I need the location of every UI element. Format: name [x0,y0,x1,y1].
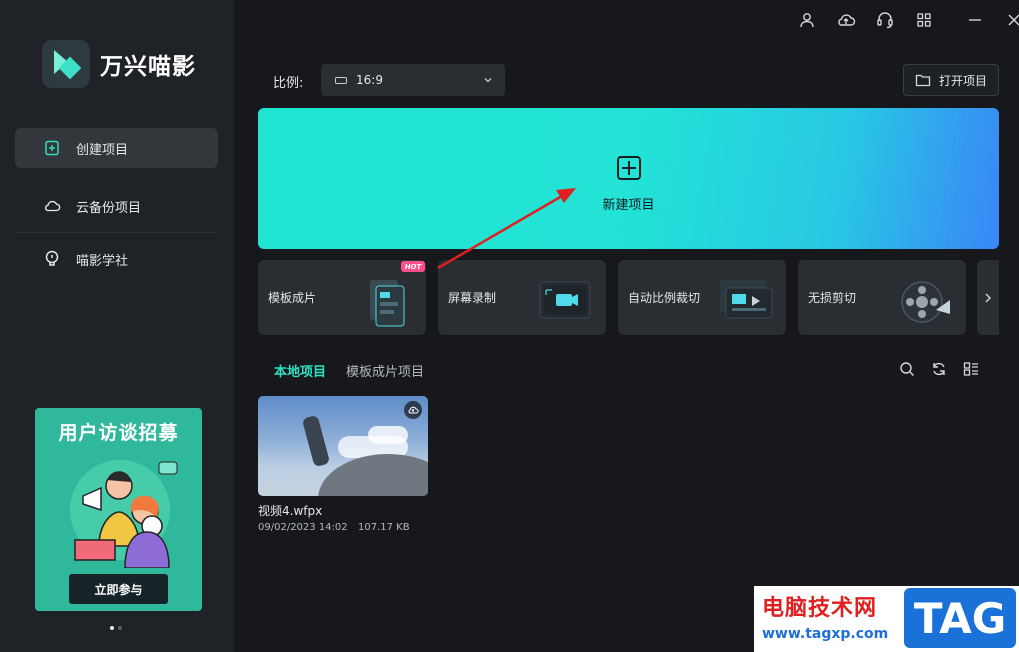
sidebar-item-create-project[interactable]: 创建项目 [15,128,218,168]
sidebar-item-label: 创建项目 [76,142,129,158]
watermark-title: 电脑技术网 [762,596,878,621]
folder-icon [915,74,931,87]
feature-card-screen-record[interactable]: 屏幕录制 [438,260,606,335]
carousel-dots[interactable] [110,626,122,630]
sidebar-divider [15,232,218,233]
minimize-icon[interactable] [964,10,986,30]
tab-local-projects[interactable]: 本地项目 [274,361,326,380]
feature-label: 模板成片 [268,291,317,305]
ratio-dropdown[interactable]: 16:9 [321,64,505,96]
user-icon[interactable] [796,10,818,30]
close-icon[interactable] [1003,10,1019,30]
feature-label: 屏幕录制 [448,291,497,305]
features-scroll-right[interactable] [977,260,999,335]
tab-template-projects[interactable]: 模板成片项目 [346,361,424,380]
aspect-ratio-icon [335,76,347,84]
logo-icon [42,40,90,88]
app-logo: 万兴喵影 [42,40,196,88]
auto-reframe-icon [720,280,773,319]
ratio-value: 16:9 [356,73,383,87]
project-size: 107.17 KB [358,522,410,533]
promo-banner[interactable]: 用户访谈招募 立即参与 [35,408,202,611]
feature-label: 自动比例裁切 [628,291,701,305]
sidebar-item-academy[interactable]: 喵影学社 [15,239,218,279]
new-project-label: 新建项目 [602,198,655,213]
headset-icon[interactable] [874,10,896,30]
join-button[interactable]: 立即参与 [69,574,168,604]
watermark: 电脑技术网 www.tagxp.com TAG [754,586,1019,652]
promo-illustration-icon [70,460,178,568]
chevron-right-icon [985,293,991,302]
refresh-icon[interactable] [930,360,948,378]
promo-title: 用户访谈招募 [58,422,179,444]
film-reel-icon [901,281,950,323]
watermark-tag: TAG [904,588,1016,648]
screen-record-icon [539,281,591,319]
sidebar-item-label: 喵影学社 [76,253,129,269]
search-icon[interactable] [898,360,916,378]
person-figure [301,414,331,468]
feature-card-auto-reframe[interactable]: 自动比例裁切 [618,260,786,335]
cloud-icon [43,197,61,215]
apps-grid-icon[interactable] [913,10,935,30]
ratio-label: 比例: [273,76,304,91]
template-icon [370,280,405,327]
watermark-url: www.tagxp.com [762,626,889,642]
project-thumbnail[interactable] [258,396,428,496]
feature-card-template[interactable]: 模板成片 HOT [258,260,426,335]
project-date: 09/02/2023 14:02 [258,522,348,533]
plus-square-icon [43,139,61,157]
carousel-dot[interactable] [118,626,122,630]
carousel-dot[interactable] [110,626,114,630]
project-name: 视频4.wfpx [258,504,323,518]
feature-label: 无损剪切 [808,291,857,305]
open-project-label: 打开项目 [938,73,987,88]
list-view-icon[interactable] [962,360,980,378]
sidebar: 万兴喵影 创建项目 云备份项目 喵影学社 用户访谈招募 立即参与 [0,0,234,652]
window-toolbar [796,10,1019,30]
project-tools [898,360,994,378]
sidebar-item-label: 云备份项目 [76,200,142,216]
new-project-button[interactable]: 新建项目 [258,108,999,249]
chevron-down-icon [483,74,493,88]
app-name: 万兴喵影 [100,54,196,80]
open-project-button[interactable]: 打开项目 [903,64,999,96]
sidebar-item-cloud-backup[interactable]: 云备份项目 [15,186,218,226]
lightbulb-icon [43,250,61,268]
cloud-upload-icon[interactable] [835,10,857,30]
feature-card-lossless-cut[interactable]: 无损剪切 [798,260,966,335]
hot-badge: HOT [401,261,425,272]
plus-square-icon [617,156,641,180]
cloud-upload-icon[interactable] [404,401,422,419]
